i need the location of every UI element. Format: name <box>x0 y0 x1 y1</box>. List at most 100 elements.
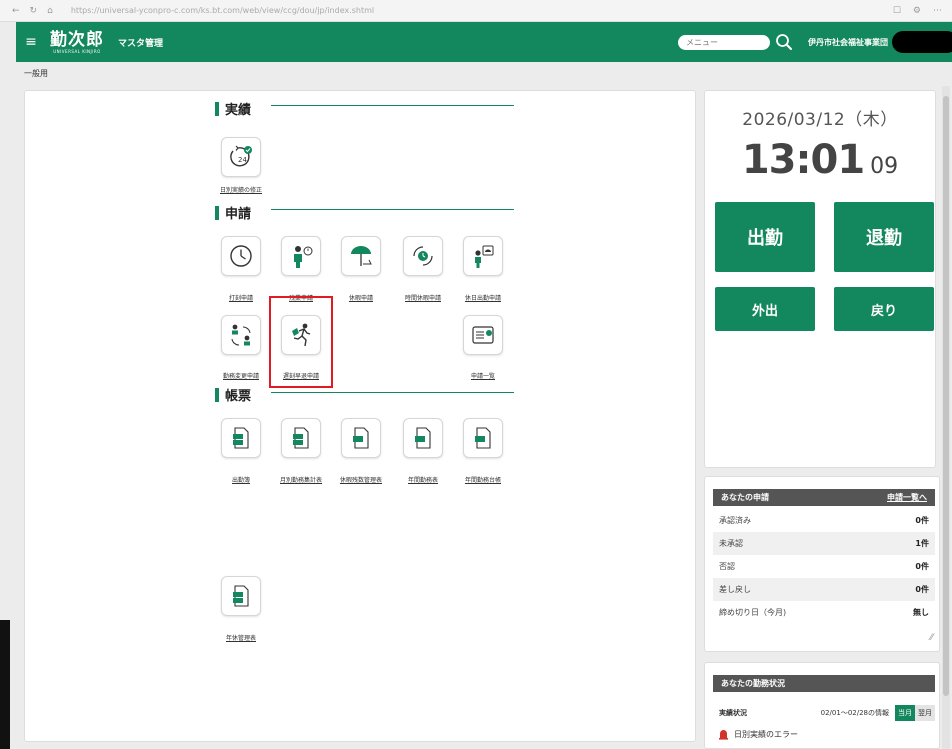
overtime-person-icon <box>294 246 313 268</box>
xls-icon <box>353 427 369 449</box>
tile-label[interactable]: 休日出勤申請 <box>443 293 523 302</box>
request-row-value: 無し <box>913 608 929 617</box>
section-title: 帳票 <box>225 389 252 404</box>
tile-annual-leave-management[interactable] <box>221 576 261 616</box>
organization-name: 伊丹市社会福祉事業団 <box>808 37 888 47</box>
request-row-deadline: 締め切り日（今月) 無し <box>713 601 935 624</box>
browser-toolbar: ← ↻ ⌂ https://universal-yconpro-c.com/ks… <box>0 0 952 22</box>
attendance-status-card: あなたの勤務状況 実績状況 02/01～02/28の情報 当月 翌月 日別実績の… <box>704 662 940 749</box>
time-clock-card: 2026/03/12（木） 13:01 09 出勤 退勤 外出 戻り <box>704 90 936 468</box>
tile-attendance-book[interactable] <box>221 418 261 458</box>
menu-search <box>678 32 794 52</box>
next-month-button[interactable]: 翌月 <box>915 705 935 721</box>
attendance-status-row: 実績状況 02/01～02/28の情報 当月 翌月 <box>719 705 935 721</box>
my-requests-header: あなたの申請 申請一覧へ <box>713 489 935 506</box>
breadcrumb: 一般用 <box>24 69 48 78</box>
current-date: 2026/03/12（木） <box>742 110 898 130</box>
highlight-box <box>269 296 333 388</box>
tile-leave-balance[interactable] <box>341 418 381 458</box>
xls-pdf-icon <box>293 427 309 449</box>
holiday-work-person-icon <box>475 245 494 268</box>
hourly-leave-icon <box>413 246 433 266</box>
app-header: ≡ 勤次郎 UNIVERSAL KINJIRO マスタ管理 伊丹市社会福祉事業団 <box>16 22 952 62</box>
section-title: 申請 <box>225 207 252 222</box>
return-button[interactable]: 戻り <box>834 287 934 331</box>
tile-leave-request[interactable] <box>341 236 381 276</box>
request-row-rejected: 否認 0件 <box>713 555 935 578</box>
logo-subtext: UNIVERSAL KINJIRO <box>53 48 101 54</box>
window-edge <box>0 620 10 749</box>
my-requests-title: あなたの申請 <box>721 493 769 502</box>
section-requests: 申請 <box>215 203 251 222</box>
tile-daily-results-edit[interactable]: 24 <box>221 137 261 177</box>
search-icon[interactable] <box>774 32 794 52</box>
daily-error-row[interactable]: 日別実績のエラー <box>719 729 798 740</box>
tile-monthly-summary[interactable] <box>281 418 321 458</box>
master-management-link[interactable]: マスタ管理 <box>118 36 163 49</box>
xls-pdf-icon <box>233 585 249 607</box>
request-row-approved: 承認済み 0件 <box>713 509 935 532</box>
status-period: 02/01～02/28の情報 <box>820 709 889 717</box>
tile-punch-request[interactable] <box>221 236 261 276</box>
request-row-value: 0件 <box>915 585 929 594</box>
extensions-icon[interactable]: ⚙ <box>913 6 921 16</box>
request-list-icon <box>472 326 494 344</box>
current-time-seconds: 09 <box>870 154 899 179</box>
request-row-label: 否認 <box>719 562 735 571</box>
clock-in-button[interactable]: 出勤 <box>715 202 815 272</box>
hamburger-menu-icon[interactable]: ≡ <box>16 34 46 50</box>
go-out-button[interactable]: 外出 <box>715 287 815 331</box>
address-bar[interactable]: https://universal-yconpro-c.com/ks.bt.co… <box>71 6 401 15</box>
xls-pdf-icon <box>233 427 249 449</box>
home-icon[interactable]: ⌂ <box>47 6 53 16</box>
back-icon[interactable]: ← <box>12 6 20 16</box>
xls-icon <box>415 427 431 449</box>
current-time-hm: 13:01 <box>741 137 865 183</box>
request-row-label: 締め切り日（今月) <box>719 608 787 617</box>
clock-24-check-icon: 24 <box>230 145 252 167</box>
request-row-value: 0件 <box>915 516 929 525</box>
user-menu-redacted[interactable] <box>892 31 952 53</box>
tile-label[interactable]: 日別実績の修正 <box>201 185 281 194</box>
alert-bell-icon <box>719 730 728 740</box>
request-row-value: 1件 <box>915 539 929 548</box>
section-results: 実績 <box>215 99 251 118</box>
daily-error-text: 日別実績のエラー <box>734 730 798 739</box>
scrollbar-thumb[interactable] <box>943 96 949 696</box>
request-row-returned: 差し戻し 0件 <box>713 578 935 601</box>
request-row-label: 承認済み <box>719 516 751 525</box>
clock-out-button[interactable]: 退勤 <box>834 202 934 272</box>
this-month-button[interactable]: 当月 <box>895 705 915 721</box>
tile-label[interactable]: 申請一覧 <box>443 371 523 380</box>
page-scrollbar[interactable] <box>942 86 950 749</box>
tile-label[interactable]: 年休管理表 <box>201 633 281 642</box>
attendance-status-title: あなたの勤務状況 <box>721 679 785 688</box>
shift-swap-icon <box>231 324 251 346</box>
logo-text: 勤次郎 <box>50 29 104 50</box>
wall-clock-icon <box>230 245 252 267</box>
more-icon[interactable]: ⋯ <box>933 6 942 16</box>
tile-annual-ledger[interactable] <box>463 418 503 458</box>
request-row-label: 差し戻し <box>719 585 751 594</box>
tile-holiday-work-request[interactable] <box>463 236 503 276</box>
tile-label[interactable]: 年間勤務台帳 <box>443 475 523 484</box>
request-list-link[interactable]: 申請一覧へ <box>887 492 927 503</box>
svg-text:24: 24 <box>238 156 247 164</box>
my-requests-card: あなたの申請 申請一覧へ 承認済み 0件 未承認 1件 否認 0件 差し戻し 0… <box>704 476 940 652</box>
request-row-pending: 未承認 1件 <box>713 532 935 555</box>
tile-shift-change-request[interactable] <box>221 315 261 355</box>
tile-overtime-request[interactable] <box>281 236 321 276</box>
tile-hourly-leave-request[interactable] <box>403 236 443 276</box>
tile-request-list[interactable] <box>463 315 503 355</box>
bookmark-icon[interactable]: ☐ <box>893 6 901 16</box>
attendance-status-header: あなたの勤務状況 <box>713 675 935 692</box>
resize-handle-icon[interactable]: ⁄⁄ <box>930 633 933 643</box>
menu-search-input[interactable] <box>678 34 770 50</box>
request-row-label: 未承認 <box>719 539 743 548</box>
xls-icon <box>475 427 491 449</box>
request-row-value: 0件 <box>915 562 929 571</box>
logo[interactable]: 勤次郎 UNIVERSAL KINJIRO <box>50 31 104 54</box>
section-reports: 帳票 <box>215 385 251 404</box>
tile-annual-schedule[interactable] <box>403 418 443 458</box>
reload-icon[interactable]: ↻ <box>30 6 38 16</box>
